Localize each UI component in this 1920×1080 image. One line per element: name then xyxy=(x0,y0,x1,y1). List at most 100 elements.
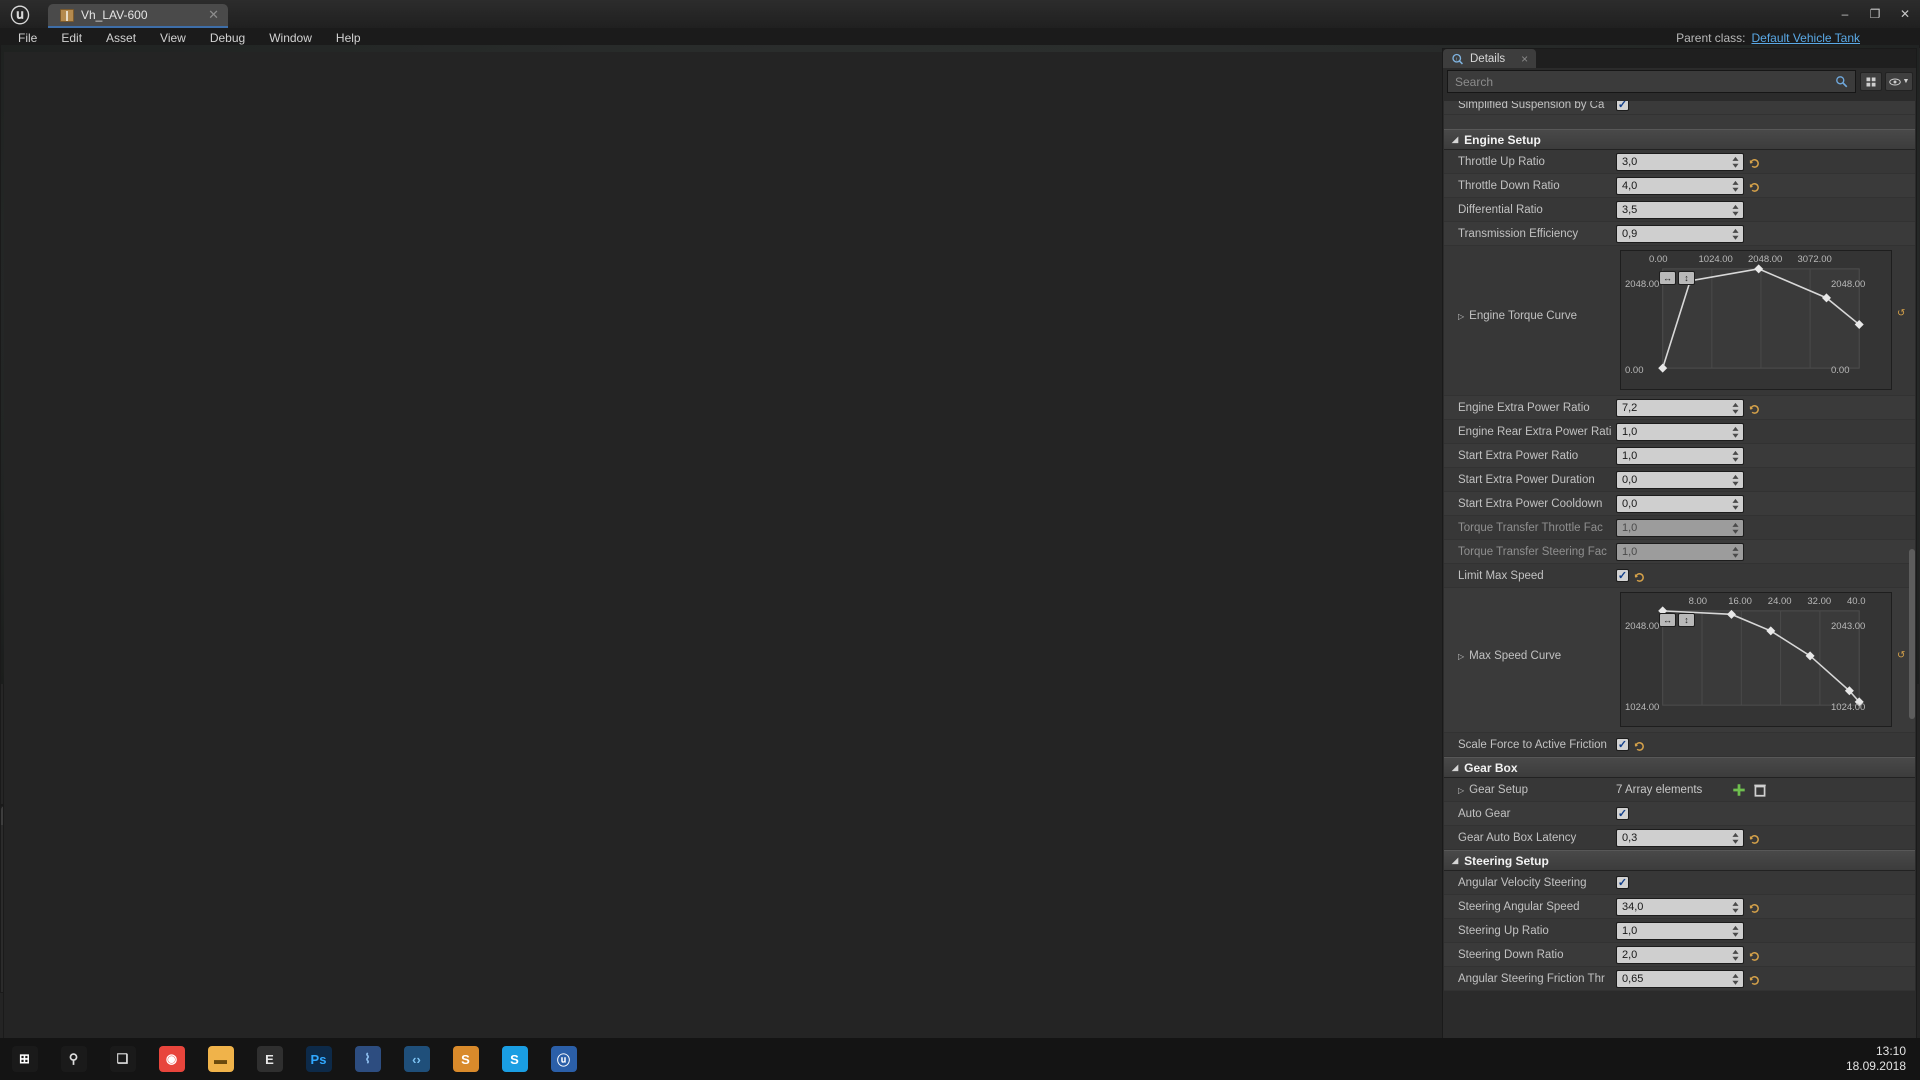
property-row[interactable]: Differential Ratio 3,5 xyxy=(1444,198,1915,222)
spinner-arrows-icon[interactable] xyxy=(1731,204,1740,216)
fit-horizontal-button[interactable]: ↔ xyxy=(1659,613,1676,627)
curve-editor[interactable]: 0.00 1024.00 2048.00 3072.00 2048.00 2048.00 0… xyxy=(1620,250,1892,390)
revert-to-default-icon[interactable]: ↺ xyxy=(1897,650,1905,661)
numeric-input[interactable]: 34,0 xyxy=(1616,897,1744,916)
collapse-arrow-icon[interactable]: ◢ xyxy=(1452,135,1458,144)
fit-vertical-button[interactable]: ↕ xyxy=(1678,613,1695,627)
spinner-arrows-icon[interactable] xyxy=(1731,180,1740,192)
property-row[interactable]: Scale Force to Active Friction ✓ xyxy=(1444,733,1915,757)
revert-to-default-icon[interactable] xyxy=(1749,901,1760,913)
numeric-input[interactable]: 1,0 xyxy=(1616,422,1744,441)
details-property-list[interactable]: Simplified Suspension by Ca ✓ ◢ Engine Setu… xyxy=(1444,101,1915,1041)
revert-to-default-icon[interactable] xyxy=(1749,180,1760,192)
spinner-arrows-icon[interactable] xyxy=(1731,832,1740,844)
property-checkbox[interactable]: ✓ xyxy=(1616,569,1629,582)
category-header-gear-box[interactable]: ◢ Gear Box xyxy=(1444,757,1915,778)
numeric-input[interactable]: 7,2 xyxy=(1616,398,1744,417)
revert-to-default-icon[interactable] xyxy=(1634,570,1645,582)
expand-arrow-icon[interactable]: ▷ xyxy=(1458,312,1464,321)
property-row[interactable]: Start Extra Power Cooldown 0,0 xyxy=(1444,492,1915,516)
revert-to-default-icon[interactable] xyxy=(1749,402,1760,414)
numeric-input[interactable]: 0,0 xyxy=(1616,470,1744,489)
skype-icon[interactable]: S xyxy=(490,1038,539,1080)
search-button[interactable]: ⚲ xyxy=(49,1038,98,1080)
property-row[interactable]: Engine Rear Extra Power Rati 1,0 xyxy=(1444,420,1915,444)
close-button[interactable]: ✕ xyxy=(1890,0,1920,28)
spinner-arrows-icon[interactable] xyxy=(1731,949,1740,961)
property-row[interactable]: Auto Gear ✓ xyxy=(1444,802,1915,826)
start-button[interactable]: ⊞ xyxy=(0,1038,49,1080)
property-row[interactable]: Gear Auto Box Latency 0,3 xyxy=(1444,826,1915,850)
spinner-arrows-icon[interactable] xyxy=(1731,228,1740,240)
details-scrollbar[interactable] xyxy=(1909,549,1915,719)
revert-to-default-icon[interactable] xyxy=(1749,973,1760,985)
property-row[interactable]: Start Extra Power Ratio 1,0 xyxy=(1444,444,1915,468)
property-row[interactable]: Start Extra Power Duration 0,0 xyxy=(1444,468,1915,492)
property-row-curve[interactable]: ▷ Max Speed Curve 8.00 16.00 24.00 32.00 40.0 2… xyxy=(1444,588,1915,733)
spinner-arrows-icon[interactable] xyxy=(1731,522,1740,534)
collapse-arrow-icon[interactable]: ◢ xyxy=(1452,763,1458,772)
chrome-icon[interactable]: ◉ xyxy=(147,1038,196,1080)
taskbar-clock[interactable]: 13:10 18.09.2018 xyxy=(1846,1044,1906,1074)
numeric-input[interactable]: 0,65 xyxy=(1616,969,1744,988)
property-checkbox[interactable]: ✓ xyxy=(1616,876,1629,889)
property-checkbox[interactable]: ✓ xyxy=(1616,101,1629,111)
property-checkbox[interactable]: ✓ xyxy=(1616,807,1629,820)
details-search-input[interactable]: Search xyxy=(1447,70,1856,93)
details-settings-button[interactable]: ▼ xyxy=(1885,72,1913,91)
numeric-input[interactable]: 1,0 xyxy=(1616,518,1744,537)
spinner-arrows-icon[interactable] xyxy=(1731,450,1740,462)
numeric-input[interactable]: 0,0 xyxy=(1616,494,1744,513)
property-row[interactable]: Limit Max Speed ✓ xyxy=(1444,564,1915,588)
property-row[interactable]: Steering Angular Speed 34,0 xyxy=(1444,895,1915,919)
revert-to-default-icon[interactable] xyxy=(1749,832,1760,844)
close-tab-icon[interactable]: ✕ xyxy=(190,7,219,23)
epic-games-icon[interactable]: E xyxy=(245,1038,294,1080)
property-row[interactable]: Angular Steering Friction Thr 0,65 xyxy=(1444,967,1915,991)
expand-arrow-icon[interactable]: ▷ xyxy=(1458,652,1464,661)
maximize-button[interactable]: ❐ xyxy=(1860,0,1890,28)
property-row[interactable]: Throttle Down Ratio 4,0 xyxy=(1444,174,1915,198)
spinner-arrows-icon[interactable] xyxy=(1731,498,1740,510)
curve-editor[interactable]: 8.00 16.00 24.00 32.00 40.0 2048.00 2043.00 102… xyxy=(1620,592,1892,727)
file-explorer-icon[interactable]: ▬ xyxy=(196,1038,245,1080)
clipped-property-row[interactable]: Simplified Suspension by Ca ✓ xyxy=(1444,101,1915,115)
spinner-arrows-icon[interactable] xyxy=(1731,546,1740,558)
property-row[interactable]: Throttle Up Ratio 3,0 xyxy=(1444,150,1915,174)
numeric-input[interactable]: 1,0 xyxy=(1616,921,1744,940)
numeric-input[interactable]: 3,5 xyxy=(1616,200,1744,219)
delete-array-elements-button[interactable] xyxy=(1752,782,1768,798)
property-row-curve[interactable]: ▷ Engine Torque Curve 0.00 1024.00 2048.00 30… xyxy=(1444,246,1915,396)
property-row[interactable]: Angular Velocity Steering ✓ xyxy=(1444,871,1915,895)
asset-tab[interactable]: Vh_LAV-600 ✕ xyxy=(48,4,228,28)
numeric-input[interactable]: 1,0 xyxy=(1616,446,1744,465)
spinner-arrows-icon[interactable] xyxy=(1731,474,1740,486)
add-array-element-button[interactable] xyxy=(1731,782,1747,798)
property-row[interactable]: Engine Extra Power Ratio 7,2 xyxy=(1444,396,1915,420)
category-header-engine-setup[interactable]: ◢ Engine Setup xyxy=(1444,129,1915,150)
spinner-arrows-icon[interactable] xyxy=(1731,925,1740,937)
numeric-input[interactable]: 4,0 xyxy=(1616,176,1744,195)
revert-to-default-icon[interactable] xyxy=(1634,739,1645,751)
property-checkbox[interactable]: ✓ xyxy=(1616,738,1629,751)
spinner-arrows-icon[interactable] xyxy=(1731,426,1740,438)
spinner-arrows-icon[interactable] xyxy=(1731,901,1740,913)
spinner-arrows-icon[interactable] xyxy=(1731,156,1740,168)
code-icon[interactable]: ‹› xyxy=(392,1038,441,1080)
close-icon[interactable]: × xyxy=(1521,52,1528,66)
numeric-input[interactable]: 2,0 xyxy=(1616,945,1744,964)
revert-to-default-icon[interactable] xyxy=(1749,949,1760,961)
revert-to-default-icon[interactable]: ↺ xyxy=(1897,308,1905,319)
revert-to-default-icon[interactable] xyxy=(1749,156,1760,168)
category-header-steering-setup[interactable]: ◢ Steering Setup xyxy=(1444,850,1915,871)
property-row[interactable]: Transmission Efficiency 0,9 xyxy=(1444,222,1915,246)
editor-icon[interactable]: ⌇ xyxy=(343,1038,392,1080)
task-view-button[interactable]: ❑ xyxy=(98,1038,147,1080)
numeric-input[interactable]: 1,0 xyxy=(1616,542,1744,561)
property-row[interactable]: Torque Transfer Steering Fac 1,0 xyxy=(1444,540,1915,564)
tab-details[interactable]: i Details × xyxy=(1443,49,1537,68)
numeric-input[interactable]: 0,9 xyxy=(1616,224,1744,243)
sublime-icon[interactable]: S xyxy=(441,1038,490,1080)
numeric-input[interactable]: 0,3 xyxy=(1616,828,1744,847)
fit-vertical-button[interactable]: ↕ xyxy=(1678,271,1695,285)
